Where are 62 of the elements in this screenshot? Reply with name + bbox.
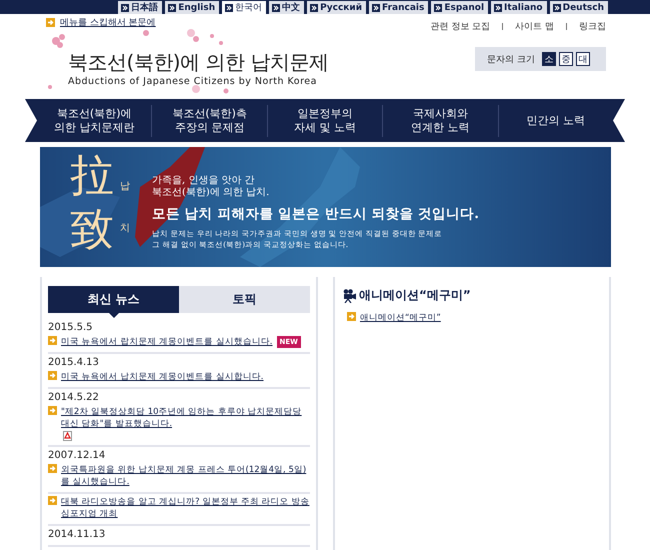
arrow-icon <box>48 336 57 345</box>
arrow-icon <box>46 18 55 27</box>
arrow-icon <box>48 371 57 380</box>
arrow-icon <box>434 4 442 12</box>
nav-item[interactable]: 국제사회와 연계한 노력 <box>382 104 498 136</box>
utility-link[interactable]: 사이트 맵 <box>515 20 554 33</box>
news-date: 2014.11.13 <box>48 528 106 541</box>
arrow-icon <box>494 4 502 12</box>
arrow-icon <box>48 406 57 415</box>
news-link[interactable]: 미국 뉴욕에서 납치문제 계몽이벤트를 실시합니다. <box>61 371 264 383</box>
news-link[interactable]: 대북 라디오방송을 알고 계십니까? 일본정부 주최 라디오 방송 심포지엄 개최 <box>61 496 310 520</box>
arrow-icon <box>225 4 234 12</box>
news-link[interactable]: 외국특파원을 위한 납치문제 계몽 프레스 투어(12월4일, 5일)를 실시했습니다. <box>61 464 310 488</box>
utility-link[interactable]: 링크집 <box>579 20 606 33</box>
anime-link[interactable]: 애니메이션“메구미” <box>360 312 441 324</box>
section-title: 애니메이션“메구미” <box>359 287 471 304</box>
language-tab[interactable]: Espanol <box>431 1 488 14</box>
news-date: 2014.5.22 <box>48 391 100 404</box>
movie-camera-icon <box>343 288 356 302</box>
banner-intro: 북조선(북한)에 의한 납치. <box>152 187 270 199</box>
arrow-icon <box>168 4 176 12</box>
language-tab[interactable]: 中文 <box>269 1 304 14</box>
banner-character: 拉 <box>70 149 114 203</box>
font-size-button[interactable]: 소 <box>542 52 556 66</box>
language-tab[interactable]: Русский <box>307 1 366 14</box>
arrow-icon <box>372 4 380 12</box>
arrow-icon <box>48 464 57 473</box>
news-date: 2015.4.13 <box>48 356 100 369</box>
language-tab[interactable]: English <box>165 1 220 14</box>
banner-character: 납 <box>120 180 130 193</box>
nav-item[interactable]: 민간의 노력 <box>498 104 614 136</box>
utility-link[interactable]: 관련 정보 모집 <box>430 20 490 33</box>
news-link[interactable]: "제2차 일북정상회담 10주년에 임하는 후루야 납치문제담당대신 담화"를 발표했습니다. <box>61 406 310 430</box>
news-tab[interactable]: 토픽 <box>179 286 310 313</box>
arrow-icon <box>48 496 57 505</box>
nav-item[interactable]: 북조선(북한)측 주장의 문제점 <box>151 104 267 136</box>
language-tab[interactable]: Italiano <box>491 1 547 14</box>
language-tab[interactable]: 한국어 <box>222 1 266 14</box>
arrow-icon <box>121 4 130 12</box>
language-tab[interactable]: Deutsch <box>550 1 608 14</box>
pointer-icon <box>108 313 118 318</box>
banner-intro: 가족을, 인생을 앗아 간 <box>152 175 256 187</box>
language-tab[interactable]: 日本語 <box>118 1 162 14</box>
skip-link[interactable]: 메뉴를 스킵해서 본문에 <box>46 16 328 29</box>
site-subtitle: Abductions of Japanese Citizens by North Korea <box>68 76 318 87</box>
news-link[interactable]: 미국 뉴욕에서 랍치문제 계몽이벤트를 실시했습니다. <box>61 336 273 348</box>
arrow-icon <box>272 4 280 12</box>
banner-character: 치 <box>120 222 130 235</box>
news-date: 2015.5.5 <box>48 321 94 334</box>
nav-item[interactable]: 일본정부의 자세 및 노력 <box>266 104 382 136</box>
arrow-icon <box>347 312 356 321</box>
language-tab[interactable]: Francais <box>369 1 428 14</box>
arrow-icon <box>310 4 318 12</box>
news-date: 2007.12.14 <box>48 449 106 462</box>
font-size-button[interactable]: 중 <box>559 52 573 66</box>
banner-headline: 모든 납치 피해자를 일본은 반드시 되찾을 것입니다. <box>152 205 479 223</box>
font-size-button[interactable]: 대 <box>576 52 590 66</box>
site-title: 북조선(북한)에 의한 납치문제 <box>68 49 328 76</box>
font-size-label: 문자의 크기 <box>487 54 535 66</box>
arrow-icon <box>552 4 561 12</box>
nav-item[interactable]: 북조선(북한)에 의한 납치문제란 <box>37 104 152 136</box>
banner-character: 致 <box>70 203 114 257</box>
